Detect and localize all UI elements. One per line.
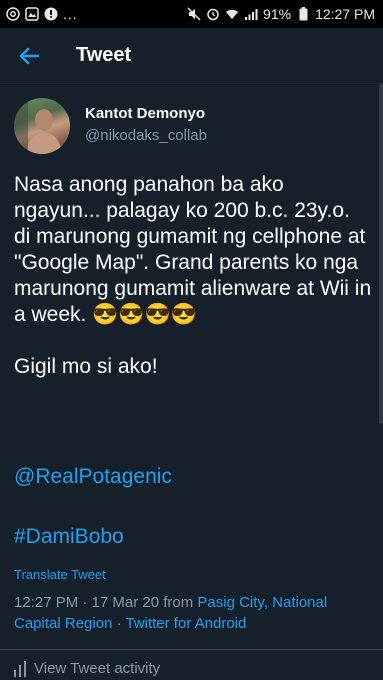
alarm-icon <box>206 7 220 21</box>
tweet-author[interactable]: Kantot Demonyo @nikodaks_collab <box>14 98 207 154</box>
page-title: Tweet <box>76 44 132 66</box>
meta-separator: · <box>112 615 126 632</box>
tweet-text: Nasa anong panahon ba ako ngayun... pala… <box>14 173 372 378</box>
status-bar: ... 91% 12:27 PM <box>0 0 383 28</box>
scrollbar[interactable] <box>379 84 383 424</box>
avatar-photo-icon <box>14 98 62 154</box>
at-icon <box>6 7 20 21</box>
hashtag-link[interactable]: #DamiBobo <box>14 524 124 550</box>
back-button[interactable] <box>0 28 58 84</box>
user-handle[interactable]: @nikodaks_collab <box>85 125 207 147</box>
translate-tweet-link[interactable]: Translate Tweet <box>14 566 106 584</box>
view-activity-label: View Tweet activity <box>34 660 161 677</box>
tweet-detail: Kantot Demonyo @nikodaks_collab Nasa ano… <box>0 84 383 680</box>
battery-icon <box>296 7 310 21</box>
status-right: 91% 12:27 PM <box>187 6 375 22</box>
status-overflow: ... <box>63 6 78 22</box>
app-bar: Tweet <box>0 28 383 84</box>
status-time: 12:27 PM <box>315 6 375 22</box>
arrow-left-icon <box>19 47 40 64</box>
notification-icon <box>44 7 58 21</box>
mute-icon <box>187 7 201 21</box>
author-info: Kantot Demonyo @nikodaks_collab <box>85 105 207 147</box>
gallery-icon <box>25 7 39 21</box>
view-activity-button[interactable]: View Tweet activity <box>14 660 160 677</box>
battery-percent: 91% <box>263 6 292 22</box>
mention-link[interactable]: @RealPotagenic <box>14 464 172 490</box>
wifi-icon <box>225 7 239 21</box>
timestamp: 12:27 PM · 17 Mar 20 from <box>14 594 198 611</box>
divider <box>0 649 383 650</box>
avatar[interactable] <box>14 98 70 154</box>
status-left: ... <box>6 6 78 22</box>
signal-icon <box>244 7 258 21</box>
bar-chart-icon <box>14 660 26 677</box>
client-link[interactable]: Twitter for Android <box>125 615 246 632</box>
tweet-meta: 12:27 PM · 17 Mar 20 from Pasig City, Na… <box>14 592 369 634</box>
display-name[interactable]: Kantot Demonyo <box>85 105 207 123</box>
